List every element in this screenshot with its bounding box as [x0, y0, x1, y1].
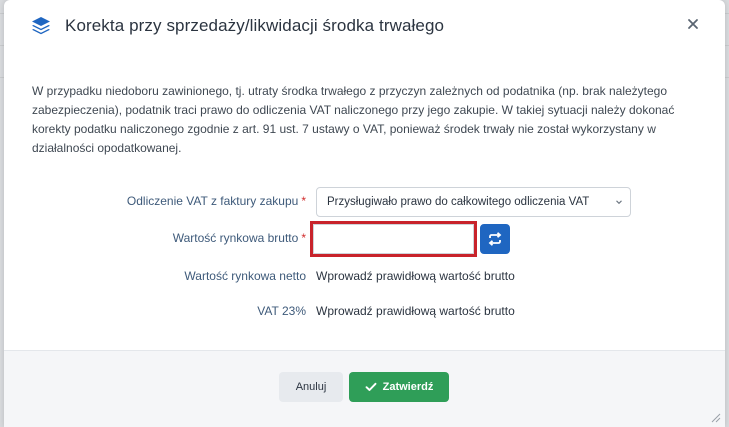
recalculate-icon: [488, 232, 502, 246]
correction-dialog: Korekta przy sprzedaży/likwidacji środka…: [4, 0, 725, 427]
vat-deduction-selected-value: Przysługiwało prawo do całkowitego odlic…: [327, 196, 590, 208]
gross-value-highlight: [310, 221, 477, 257]
dialog-footer: Anuluj Zatwierdź: [4, 350, 725, 427]
intro-text: W przypadku niedoboru zawinionego, tj. u…: [32, 84, 675, 155]
close-button[interactable]: [683, 14, 703, 34]
gross-value-row: Wartość rynkowa brutto *: [4, 221, 725, 257]
vat-row: VAT 23% Wprowadź prawidłową wartość brut…: [4, 297, 725, 327]
net-value-label: Wartość rynkowa netto: [184, 269, 306, 283]
required-mark: *: [301, 231, 306, 245]
cancel-button[interactable]: Anuluj: [279, 372, 343, 402]
recalculate-button[interactable]: [480, 224, 510, 254]
vat-deduction-row: Odliczenie VAT z faktury zakupu * Przysłu…: [4, 187, 725, 217]
vat-deduction-select[interactable]: Przysługiwało prawo do całkowitego odlic…: [316, 187, 631, 217]
dialog-title: Korekta przy sprzedaży/likwidacji środka…: [65, 16, 445, 35]
confirm-button-label: Zatwierdź: [382, 381, 434, 393]
layers-icon: [30, 15, 52, 37]
check-icon: [365, 382, 377, 391]
dialog-header: Korekta przy sprzedaży/likwidacji środka…: [4, 0, 725, 56]
gross-value-label: Wartość rynkowa brutto *: [172, 231, 306, 245]
net-value-text: Wprowadź prawidłową wartość brutto: [316, 269, 515, 283]
vat-deduction-label: Odliczenie VAT z faktury zakupu *: [126, 194, 306, 208]
confirm-button[interactable]: Zatwierdź: [349, 372, 449, 402]
chevron-down-icon: [616, 200, 622, 205]
resize-grip-icon[interactable]: [709, 411, 721, 423]
vat-value-text: Wprowadź prawidłową wartość brutto: [316, 304, 515, 318]
vat-label: VAT 23%: [257, 304, 306, 318]
close-icon: [688, 19, 698, 29]
net-value-row: Wartość rynkowa netto Wprowadź prawidłow…: [4, 262, 725, 292]
required-mark: *: [301, 194, 306, 208]
gross-value-input[interactable]: [313, 224, 474, 254]
cancel-button-label: Anuluj: [295, 381, 327, 393]
